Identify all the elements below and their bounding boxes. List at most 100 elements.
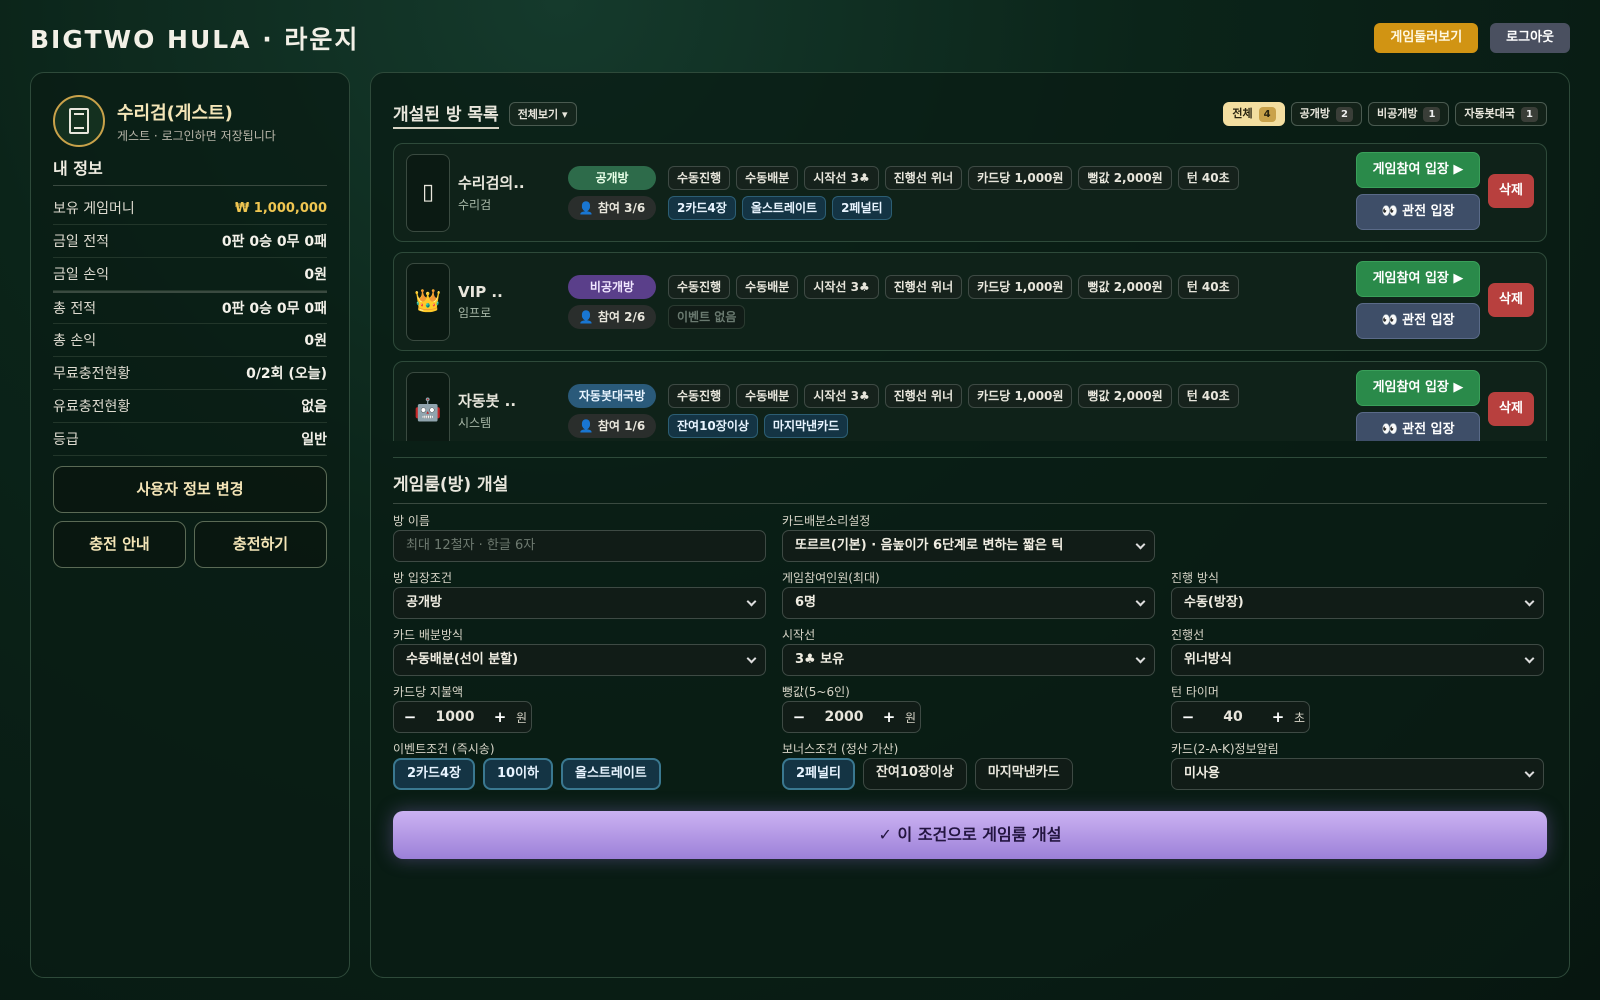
join-room-button[interactable]: 게임참여 입장 ▶ — [1356, 261, 1480, 297]
room-list-title: 개설된 방 목록 — [393, 100, 499, 129]
rule-chip: 진행선 위너 — [884, 383, 963, 408]
charge-info-button[interactable]: 충전 안내 — [53, 521, 186, 568]
room-name-input[interactable]: 최대 12철자 · 한글 6자 — [393, 530, 766, 562]
filter-all[interactable]: 전체 4 — [1223, 102, 1285, 126]
event-toggle[interactable]: 2카드4장 — [393, 758, 475, 790]
event-chip: 2페널티 — [832, 195, 892, 220]
join-room-button[interactable]: 게임참여 입장 ▶ — [1356, 152, 1480, 188]
info-row-grade: 등급 일반 — [53, 423, 327, 456]
event-condition-label: 이벤트조건 (즉시송) — [393, 742, 495, 756]
stepper-value[interactable]: 40 — [1200, 709, 1266, 725]
info-row-paid-charge: 유료충전현황 없음 — [53, 390, 327, 423]
game-tour-button[interactable]: 게임둘러보기 — [1374, 23, 1479, 53]
rule-chip: 수동진행 — [668, 274, 731, 299]
filter-label: 비공개방 — [1376, 107, 1418, 120]
bonus-condition-label: 보너스조건 (정산 가산) — [782, 742, 899, 756]
rule-chip: 카드당 1,000원 — [968, 383, 1073, 408]
bonus-toggle[interactable]: 2페널티 — [782, 758, 855, 790]
info-value: 없음 — [301, 399, 327, 415]
select-value: 또르르(기본) · 음높이가 6단계로 변하는 짧은 틱 — [795, 538, 1064, 553]
delete-room-button[interactable]: 삭제 — [1488, 283, 1534, 317]
spectate-room-button[interactable]: 👀 관전 입장 — [1356, 303, 1480, 339]
info-value: 0판 0승 0무 0패 — [221, 234, 327, 250]
bonus-condition-toggles: 2페널티 잔여10장이상 마지막낸카드 — [782, 758, 1155, 790]
stepper-value[interactable]: 2000 — [811, 709, 877, 725]
create-room-submit-button[interactable]: ✓ 이 조건으로 게임룸 개설 — [393, 811, 1547, 859]
filter-public[interactable]: 공개방 2 — [1290, 102, 1362, 126]
entry-condition-select[interactable]: 공개방 — [393, 587, 766, 619]
robot-icon: 🤖 — [406, 371, 450, 441]
stepper-value[interactable]: 1000 — [422, 709, 488, 725]
info-key: 금일 전적 — [53, 234, 109, 250]
rule-chip: 진행선 위너 — [884, 274, 963, 299]
minus-icon[interactable]: − — [398, 705, 422, 729]
room-name: 자동봇 .. — [458, 392, 517, 410]
bbung-label: 뻥값(5~6인) — [782, 685, 850, 699]
my-info-list: 보유 게임머니 ₩ 1,000,000 금일 전적 0판 0승 0무 0패 금일 손… — [53, 192, 327, 456]
lead-select[interactable]: 위너방식 — [1171, 644, 1544, 676]
progress-mode-select[interactable]: 수동(방장) — [1171, 587, 1544, 619]
room-name: 수리검의.. — [458, 174, 525, 192]
info-row-today-profit: 금일 손익 0원 — [53, 258, 327, 291]
event-toggle[interactable]: 10이하 — [482, 758, 553, 790]
my-info-title: 내 정보 — [53, 155, 327, 186]
rule-chip: 수동배분 — [736, 383, 799, 408]
max-players-select[interactable]: 6명 — [782, 587, 1155, 619]
rule-chip: 수동진행 — [668, 383, 731, 408]
edit-user-info-button[interactable]: 사용자 정보 변경 — [53, 466, 327, 513]
plus-icon[interactable]: + — [1266, 705, 1290, 729]
info-key: 등급 — [53, 432, 79, 448]
room-type-badge: 자동봇대국방 — [568, 383, 656, 408]
room-type-badge: 공개방 — [568, 165, 656, 190]
info-row-today-record: 금일 전적 0판 0승 0무 0패 — [53, 225, 327, 258]
rule-chip: 수동배분 — [736, 165, 799, 190]
info-value: 0판 0승 0무 0패 — [221, 301, 327, 317]
top-actions: 게임둘러보기 로그아웃 — [1374, 23, 1570, 53]
event-toggle[interactable]: 올스트레이트 — [561, 758, 661, 790]
spectate-room-button[interactable]: 👀 관전 입장 — [1356, 412, 1480, 441]
card-alert-label: 카드(2-A-K)정보알림 — [1171, 742, 1279, 756]
rule-chip: 뻥값 2,000원 — [1078, 274, 1172, 299]
bonus-toggle[interactable]: 마지막낸카드 — [974, 758, 1073, 790]
card-alert-select[interactable]: 미사용 — [1171, 758, 1544, 790]
plus-icon[interactable]: + — [877, 705, 901, 729]
info-key: 보유 게임머니 — [53, 201, 135, 217]
join-room-button[interactable]: 게임참여 입장 ▶ — [1356, 370, 1480, 406]
info-key: 무료충전현황 — [53, 366, 131, 382]
deal-mode-select[interactable]: 수동배분(선이 분할) — [393, 644, 766, 676]
info-key: 총 전적 — [53, 301, 97, 317]
select-value: 6명 — [795, 595, 817, 610]
main-panel: 개설된 방 목록 전체보기 ▾ 전체 4 공개방 2 비공개방 1 자동봇대국 1 ▯ … — [370, 72, 1570, 978]
spectate-room-button[interactable]: 👀 관전 입장 — [1356, 194, 1480, 230]
filter-private[interactable]: 비공개방 1 — [1367, 102, 1450, 126]
minus-icon[interactable]: − — [1176, 705, 1200, 729]
rule-chip: 수동배분 — [736, 274, 799, 299]
logout-button[interactable]: 로그아웃 — [1490, 23, 1570, 53]
rule-chip: 시작선 3♣ — [804, 274, 879, 299]
select-value: 공개방 — [406, 595, 442, 610]
per-card-stepper: − 1000 + 원 — [393, 701, 533, 733]
create-room-form: 방 이름 최대 12철자 · 한글 6자 카드배분소리설정 또르르(기본) · … — [393, 512, 1547, 797]
plus-icon[interactable]: + — [488, 705, 512, 729]
stepper-unit: 원 — [516, 710, 528, 725]
view-all-dropdown[interactable]: 전체보기 ▾ — [508, 102, 577, 126]
room-host: 시스템 — [458, 416, 492, 430]
charge-button[interactable]: 충전하기 — [194, 521, 327, 568]
chevron-down-icon — [1524, 596, 1535, 607]
room-list[interactable]: ▯ 수리검의.. 수리검 공개방 👤 참여 3/6 수동진행 수동배분 시작선 … — [393, 143, 1547, 441]
info-key: 총 손익 — [53, 333, 97, 349]
bonus-toggle[interactable]: 잔여10장이상 — [862, 758, 967, 790]
crown-icon: 👑 — [406, 262, 450, 341]
chevron-down-icon — [1524, 653, 1535, 664]
start-select[interactable]: 3♣ 보유 — [782, 644, 1155, 676]
delete-room-button[interactable]: 삭제 — [1488, 174, 1534, 208]
minus-icon[interactable]: − — [787, 705, 811, 729]
chevron-down-icon — [1524, 767, 1535, 778]
filter-autobot[interactable]: 자동봇대국 1 — [1455, 102, 1547, 126]
chevron-down-icon — [746, 596, 757, 607]
deal-sound-label: 카드배분소리설정 — [782, 514, 871, 528]
charge-button-row: 충전 안내 충전하기 — [53, 521, 327, 568]
deal-sound-select[interactable]: 또르르(기본) · 음높이가 6단계로 변하는 짧은 틱 — [782, 530, 1155, 562]
rule-chip: 뻥값 2,000원 — [1078, 165, 1172, 190]
delete-room-button[interactable]: 삭제 — [1488, 392, 1534, 426]
